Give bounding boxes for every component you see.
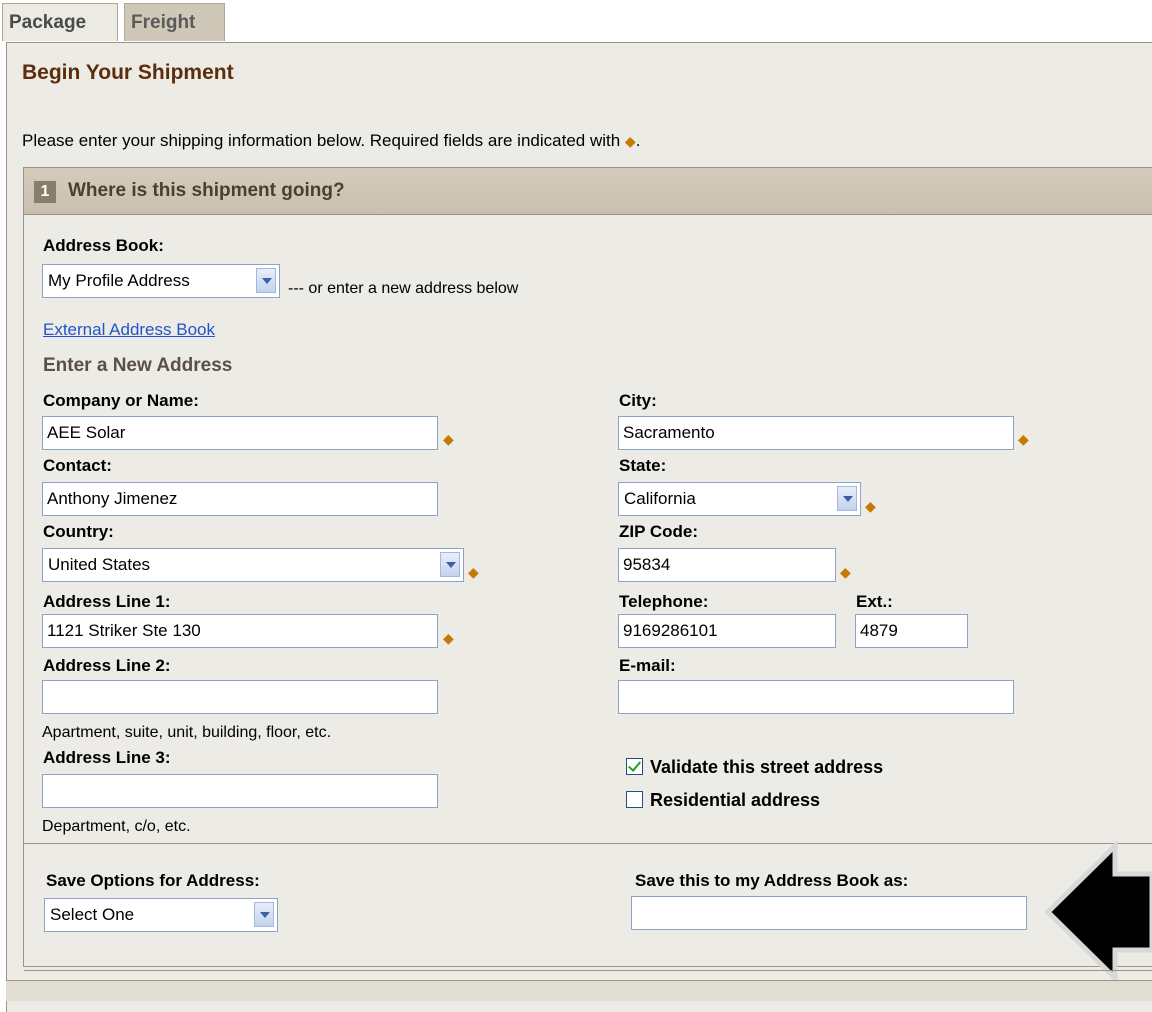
chevron-down-icon [440, 552, 460, 577]
city-input[interactable] [618, 416, 1014, 450]
zip-input[interactable] [618, 548, 836, 582]
divider [24, 843, 1152, 844]
country-select[interactable]: United States [42, 548, 464, 582]
extension-input[interactable] [855, 614, 968, 648]
save-options-label: Save Options for Address: [46, 871, 260, 890]
section-header: 1 Where is this shipment going? [23, 167, 1152, 215]
page-title: Begin Your Shipment [22, 61, 234, 84]
country-label: Country: [43, 522, 114, 541]
state-label: State: [619, 456, 667, 475]
chevron-down-icon [254, 902, 274, 927]
contact-input[interactable] [42, 482, 438, 516]
address-book-select[interactable]: My Profile Address [42, 264, 280, 298]
section-title: Where is this shipment going? [68, 180, 345, 201]
arrow-left-icon [1044, 840, 1152, 984]
zip-label: ZIP Code: [619, 522, 699, 541]
required-marker-icon: ◆ [865, 498, 876, 514]
required-marker-icon: ◆ [468, 564, 479, 580]
telephone-label: Telephone: [619, 592, 709, 611]
address-line2-input[interactable] [42, 680, 438, 714]
required-marker-icon: ◆ [840, 564, 851, 580]
save-to-address-book-input[interactable] [631, 896, 1027, 930]
city-label: City: [619, 391, 657, 410]
residential-address-label: Residential address [650, 790, 821, 810]
address-book-label: Address Book: [43, 236, 164, 255]
required-marker-icon: ◆ [624, 133, 636, 149]
validate-address-checkbox[interactable] [626, 758, 643, 775]
address-line3-label: Address Line 3: [43, 748, 171, 767]
validate-address-label: Validate this street address [650, 757, 884, 777]
intro-text: Please enter your shipping information b… [22, 131, 641, 150]
address-line2-label: Address Line 2: [43, 656, 171, 675]
extension-label: Ext.: [856, 592, 893, 611]
company-label: Company or Name: [43, 391, 199, 410]
address-line1-input[interactable] [42, 614, 438, 648]
new-address-heading: Enter a New Address [43, 355, 233, 376]
required-marker-icon: ◆ [443, 630, 454, 646]
required-marker-icon: ◆ [1018, 431, 1029, 447]
email-label: E-mail: [619, 656, 676, 675]
state-select[interactable]: California [618, 482, 861, 516]
tab-freight[interactable]: Freight [124, 3, 225, 41]
tab-package[interactable]: Package [2, 3, 118, 41]
email-input[interactable] [618, 680, 1014, 714]
chevron-down-icon [256, 268, 276, 293]
section-bottom-border [24, 970, 1152, 971]
address-line2-hint: Apartment, suite, unit, building, floor,… [42, 724, 332, 741]
next-section-edge [6, 980, 1152, 1001]
save-to-address-book-label: Save this to my Address Book as: [635, 871, 909, 890]
save-options-select[interactable]: Select One [44, 898, 278, 932]
step-number: 1 [34, 181, 56, 203]
contact-label: Contact: [43, 456, 112, 475]
telephone-input[interactable] [618, 614, 836, 648]
required-marker-icon: ◆ [443, 431, 454, 447]
address-line1-label: Address Line 1: [43, 592, 171, 611]
address-line3-hint: Department, c/o, etc. [42, 818, 191, 835]
chevron-down-icon [837, 486, 857, 511]
address-line3-input[interactable] [42, 774, 438, 808]
residential-address-checkbox[interactable] [626, 791, 643, 808]
address-book-hint: --- or enter a new address below [288, 280, 519, 297]
company-input[interactable] [42, 416, 438, 450]
external-address-book-link[interactable]: External Address Book [43, 320, 215, 340]
